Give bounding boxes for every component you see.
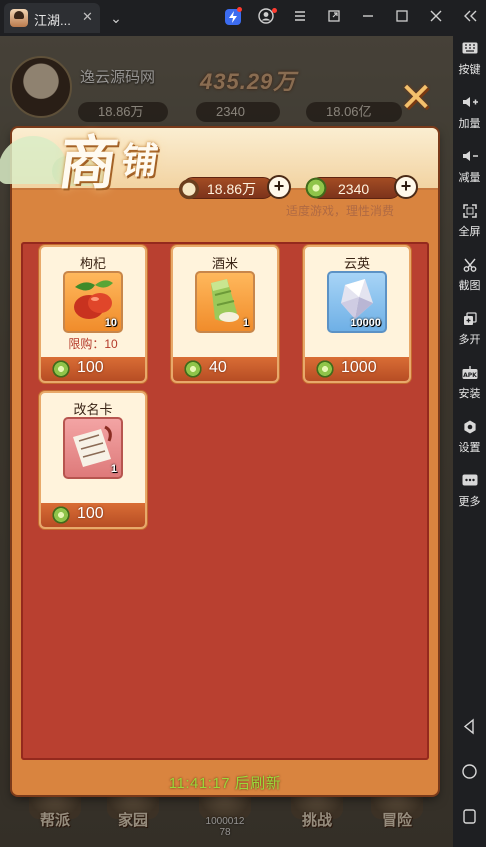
refresh-timer: 11:41:17 后刷新 xyxy=(168,775,282,792)
recents-icon[interactable] xyxy=(461,808,478,825)
sidebar-item-keymap[interactable]: 按键 xyxy=(453,36,486,90)
tab-close-button[interactable]: ✕ xyxy=(82,9,93,25)
shop-title: 商铺 xyxy=(54,129,161,197)
title-bar: 江湖... ✕ ⌄ xyxy=(0,0,486,36)
sidebar-item-volume-down[interactable]: 减量 xyxy=(453,144,486,198)
minimize-icon[interactable] xyxy=(358,8,378,28)
item-price: 100 xyxy=(77,359,104,376)
item-name: 枸杞 xyxy=(79,256,106,271)
scissors-icon xyxy=(462,258,478,272)
jade-coin-icon xyxy=(183,359,203,379)
price-button[interactable]: 40 xyxy=(173,357,277,381)
item-quantity: 1 xyxy=(242,317,249,329)
add-silver-button[interactable]: + xyxy=(267,175,291,199)
silver-ingot-icon xyxy=(177,176,201,200)
item-name: 酒米 xyxy=(211,256,238,271)
sidebar-item-settings[interactable]: 设置 xyxy=(453,414,486,468)
sidebar-item-screenshot[interactable]: 截图 xyxy=(453,252,486,306)
app-icon xyxy=(10,9,28,27)
item-quantity: 1 xyxy=(110,463,117,475)
apk-icon: APK xyxy=(462,366,478,380)
jade-coin-icon xyxy=(315,359,335,379)
more-icon xyxy=(462,474,478,488)
sidebar-item-fullscreen[interactable]: 全屏 xyxy=(453,198,486,252)
health-tip: 适度游戏，理性消费 xyxy=(286,204,395,218)
app-tab[interactable]: 江湖... ✕ xyxy=(4,3,100,33)
item-name: 云英 xyxy=(343,256,370,271)
purchase-limit: 限购：10 xyxy=(68,337,118,351)
sidebar-item-install[interactable]: APK 安装 xyxy=(453,360,486,414)
game-viewport[interactable]: 逸云源码网 435.29万 18.86万 2340 18.06亿 帮派 家园 挑… xyxy=(0,36,453,847)
multi-instance-icon xyxy=(462,312,478,326)
chevron-down-icon[interactable]: ⌄ xyxy=(106,8,126,28)
sidebar-item-multi[interactable]: 多开 xyxy=(453,306,486,360)
notification-dot xyxy=(237,7,242,12)
item-quantity: 10000 xyxy=(350,317,381,329)
item-quantity: 10 xyxy=(104,317,117,329)
emulator-sidebar: 按键 加量 减量 全屏 截图 多开 APK 安装 设置 更多 xyxy=(453,36,486,847)
shop-item-card[interactable]: 酒米 1 40 xyxy=(171,245,279,383)
shop-item-card[interactable]: 云英 10000 1000 xyxy=(303,245,411,383)
silver-balance: 18.86万 xyxy=(177,176,274,200)
keyboard-icon xyxy=(462,42,478,56)
volume-up-icon xyxy=(462,96,478,110)
goji-item-icon: 10 xyxy=(63,271,123,333)
svg-text:APK: APK xyxy=(463,372,477,379)
gear-icon xyxy=(462,420,478,434)
item-name: 改名卡 xyxy=(73,402,113,417)
bamboo-rice-item-icon: 1 xyxy=(195,271,255,333)
tab-title: 江湖... xyxy=(34,13,71,28)
shop-panel: 商铺 18.86万 + 2340 + 适度游戏，理性消费 枸杞 10 限购：10… xyxy=(0,128,438,795)
emulator-window: 江湖... ✕ ⌄ 逸云源码网 435.29万 18.86万 2340 18.0… xyxy=(0,0,486,847)
jade-balance: 2340 xyxy=(304,176,401,200)
restore-icon[interactable] xyxy=(324,8,344,28)
price-button[interactable]: 1000 xyxy=(305,357,409,381)
close-shop-button[interactable]: ✕ xyxy=(396,78,436,118)
item-grid: 枸杞 10 限购：10 100 酒米 1 40 云英 10000 1000 改名… xyxy=(21,242,429,760)
sidebar-item-volume-up[interactable]: 加量 xyxy=(453,90,486,144)
item-price: 1000 xyxy=(341,359,377,376)
fullscreen-icon xyxy=(462,204,478,218)
collapse-icon[interactable] xyxy=(460,8,480,28)
sidebar-item-more[interactable]: 更多 xyxy=(453,468,486,522)
close-icon[interactable] xyxy=(426,8,446,28)
item-price: 100 xyxy=(77,505,104,522)
volume-down-icon xyxy=(462,150,478,164)
crystal-item-icon: 10000 xyxy=(327,271,387,333)
price-button[interactable]: 100 xyxy=(41,503,145,527)
notification-dot xyxy=(272,8,277,13)
jade-coin-icon xyxy=(51,359,71,379)
rename-card-item-icon: 1 xyxy=(63,417,123,479)
back-icon[interactable] xyxy=(461,718,478,735)
shop-item-card[interactable]: 改名卡 1 100 xyxy=(39,391,147,529)
jade-coin-icon xyxy=(304,176,328,200)
price-button[interactable]: 100 xyxy=(41,357,145,381)
add-jade-button[interactable]: + xyxy=(394,175,418,199)
shop-item-card[interactable]: 枸杞 10 限购：10 100 xyxy=(39,245,147,383)
menu-icon[interactable] xyxy=(290,8,310,28)
maximize-icon[interactable] xyxy=(392,8,412,28)
jade-coin-icon xyxy=(51,505,71,525)
item-price: 40 xyxy=(209,359,227,376)
home-icon[interactable] xyxy=(461,763,478,780)
